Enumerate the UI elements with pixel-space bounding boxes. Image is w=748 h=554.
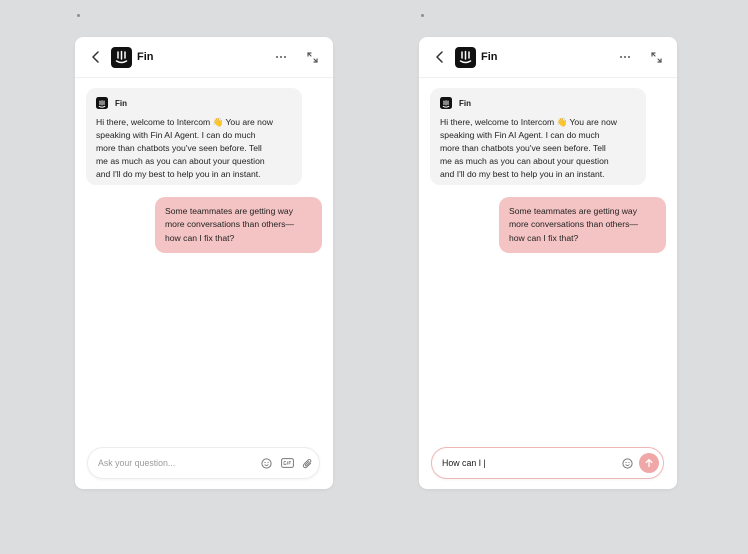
send-button[interactable] — [639, 453, 659, 473]
messenger-panel-idle: Fin Fin Hi there, welcome to Intercom 👋 … — [75, 37, 333, 489]
expand-icon — [651, 52, 662, 63]
stage: Fin Fin Hi there, welcome to Intercom 👋 … — [0, 0, 748, 554]
emoji-icon — [621, 457, 633, 469]
more-options-button[interactable] — [273, 50, 289, 64]
question-input[interactable] — [442, 448, 592, 478]
composer — [87, 447, 320, 479]
expand-icon — [307, 52, 318, 63]
decor-dot — [421, 14, 424, 17]
question-input[interactable] — [98, 448, 248, 478]
bot-message-header: Fin — [96, 96, 292, 110]
assistant-title: Fin — [481, 51, 498, 63]
messenger-header: Fin — [419, 37, 677, 78]
intercom-logo-small — [440, 97, 452, 109]
more-options-button[interactable] — [617, 50, 633, 64]
intercom-logo — [111, 47, 132, 68]
messenger-header: Fin — [75, 37, 333, 78]
intercom-logo — [455, 47, 476, 68]
emoji-button[interactable] — [260, 457, 272, 469]
bot-message: Fin Hi there, welcome to Intercom 👋 You … — [86, 88, 302, 185]
user-message: Some teammates are getting way more conv… — [155, 197, 322, 253]
bot-sender-name: Fin — [459, 98, 471, 108]
user-message-text: Some teammates are getting way more conv… — [509, 206, 638, 243]
bot-message: Fin Hi there, welcome to Intercom 👋 You … — [430, 88, 646, 185]
more-icon — [276, 56, 286, 58]
emoji-button[interactable] — [621, 457, 633, 469]
back-button[interactable] — [89, 50, 103, 64]
expand-button[interactable] — [650, 51, 663, 64]
expand-button[interactable] — [306, 51, 319, 64]
back-icon — [436, 51, 443, 63]
back-icon — [92, 51, 99, 63]
decor-dot — [77, 14, 80, 17]
bot-message-text: Hi there, welcome to Intercom 👋 You are … — [96, 117, 273, 179]
more-icon — [620, 56, 630, 58]
send-arrow-icon — [645, 458, 653, 468]
intercom-logo-small — [96, 97, 108, 109]
bot-message-text: Hi there, welcome to Intercom 👋 You are … — [440, 117, 617, 179]
composer — [431, 447, 664, 479]
back-button[interactable] — [433, 50, 447, 64]
attach-button[interactable] — [301, 457, 313, 469]
bot-message-header: Fin — [440, 96, 636, 110]
gif-button[interactable] — [280, 457, 294, 469]
attach-icon — [302, 458, 311, 468]
assistant-title: Fin — [137, 51, 154, 63]
bot-sender-name: Fin — [115, 98, 127, 108]
gif-icon — [280, 458, 294, 468]
messenger-panel-typing: Fin Fin Hi there, welcome to Intercom 👋 … — [419, 37, 677, 489]
user-message: Some teammates are getting way more conv… — [499, 197, 666, 253]
user-message-text: Some teammates are getting way more conv… — [165, 206, 294, 243]
emoji-icon — [260, 457, 272, 469]
